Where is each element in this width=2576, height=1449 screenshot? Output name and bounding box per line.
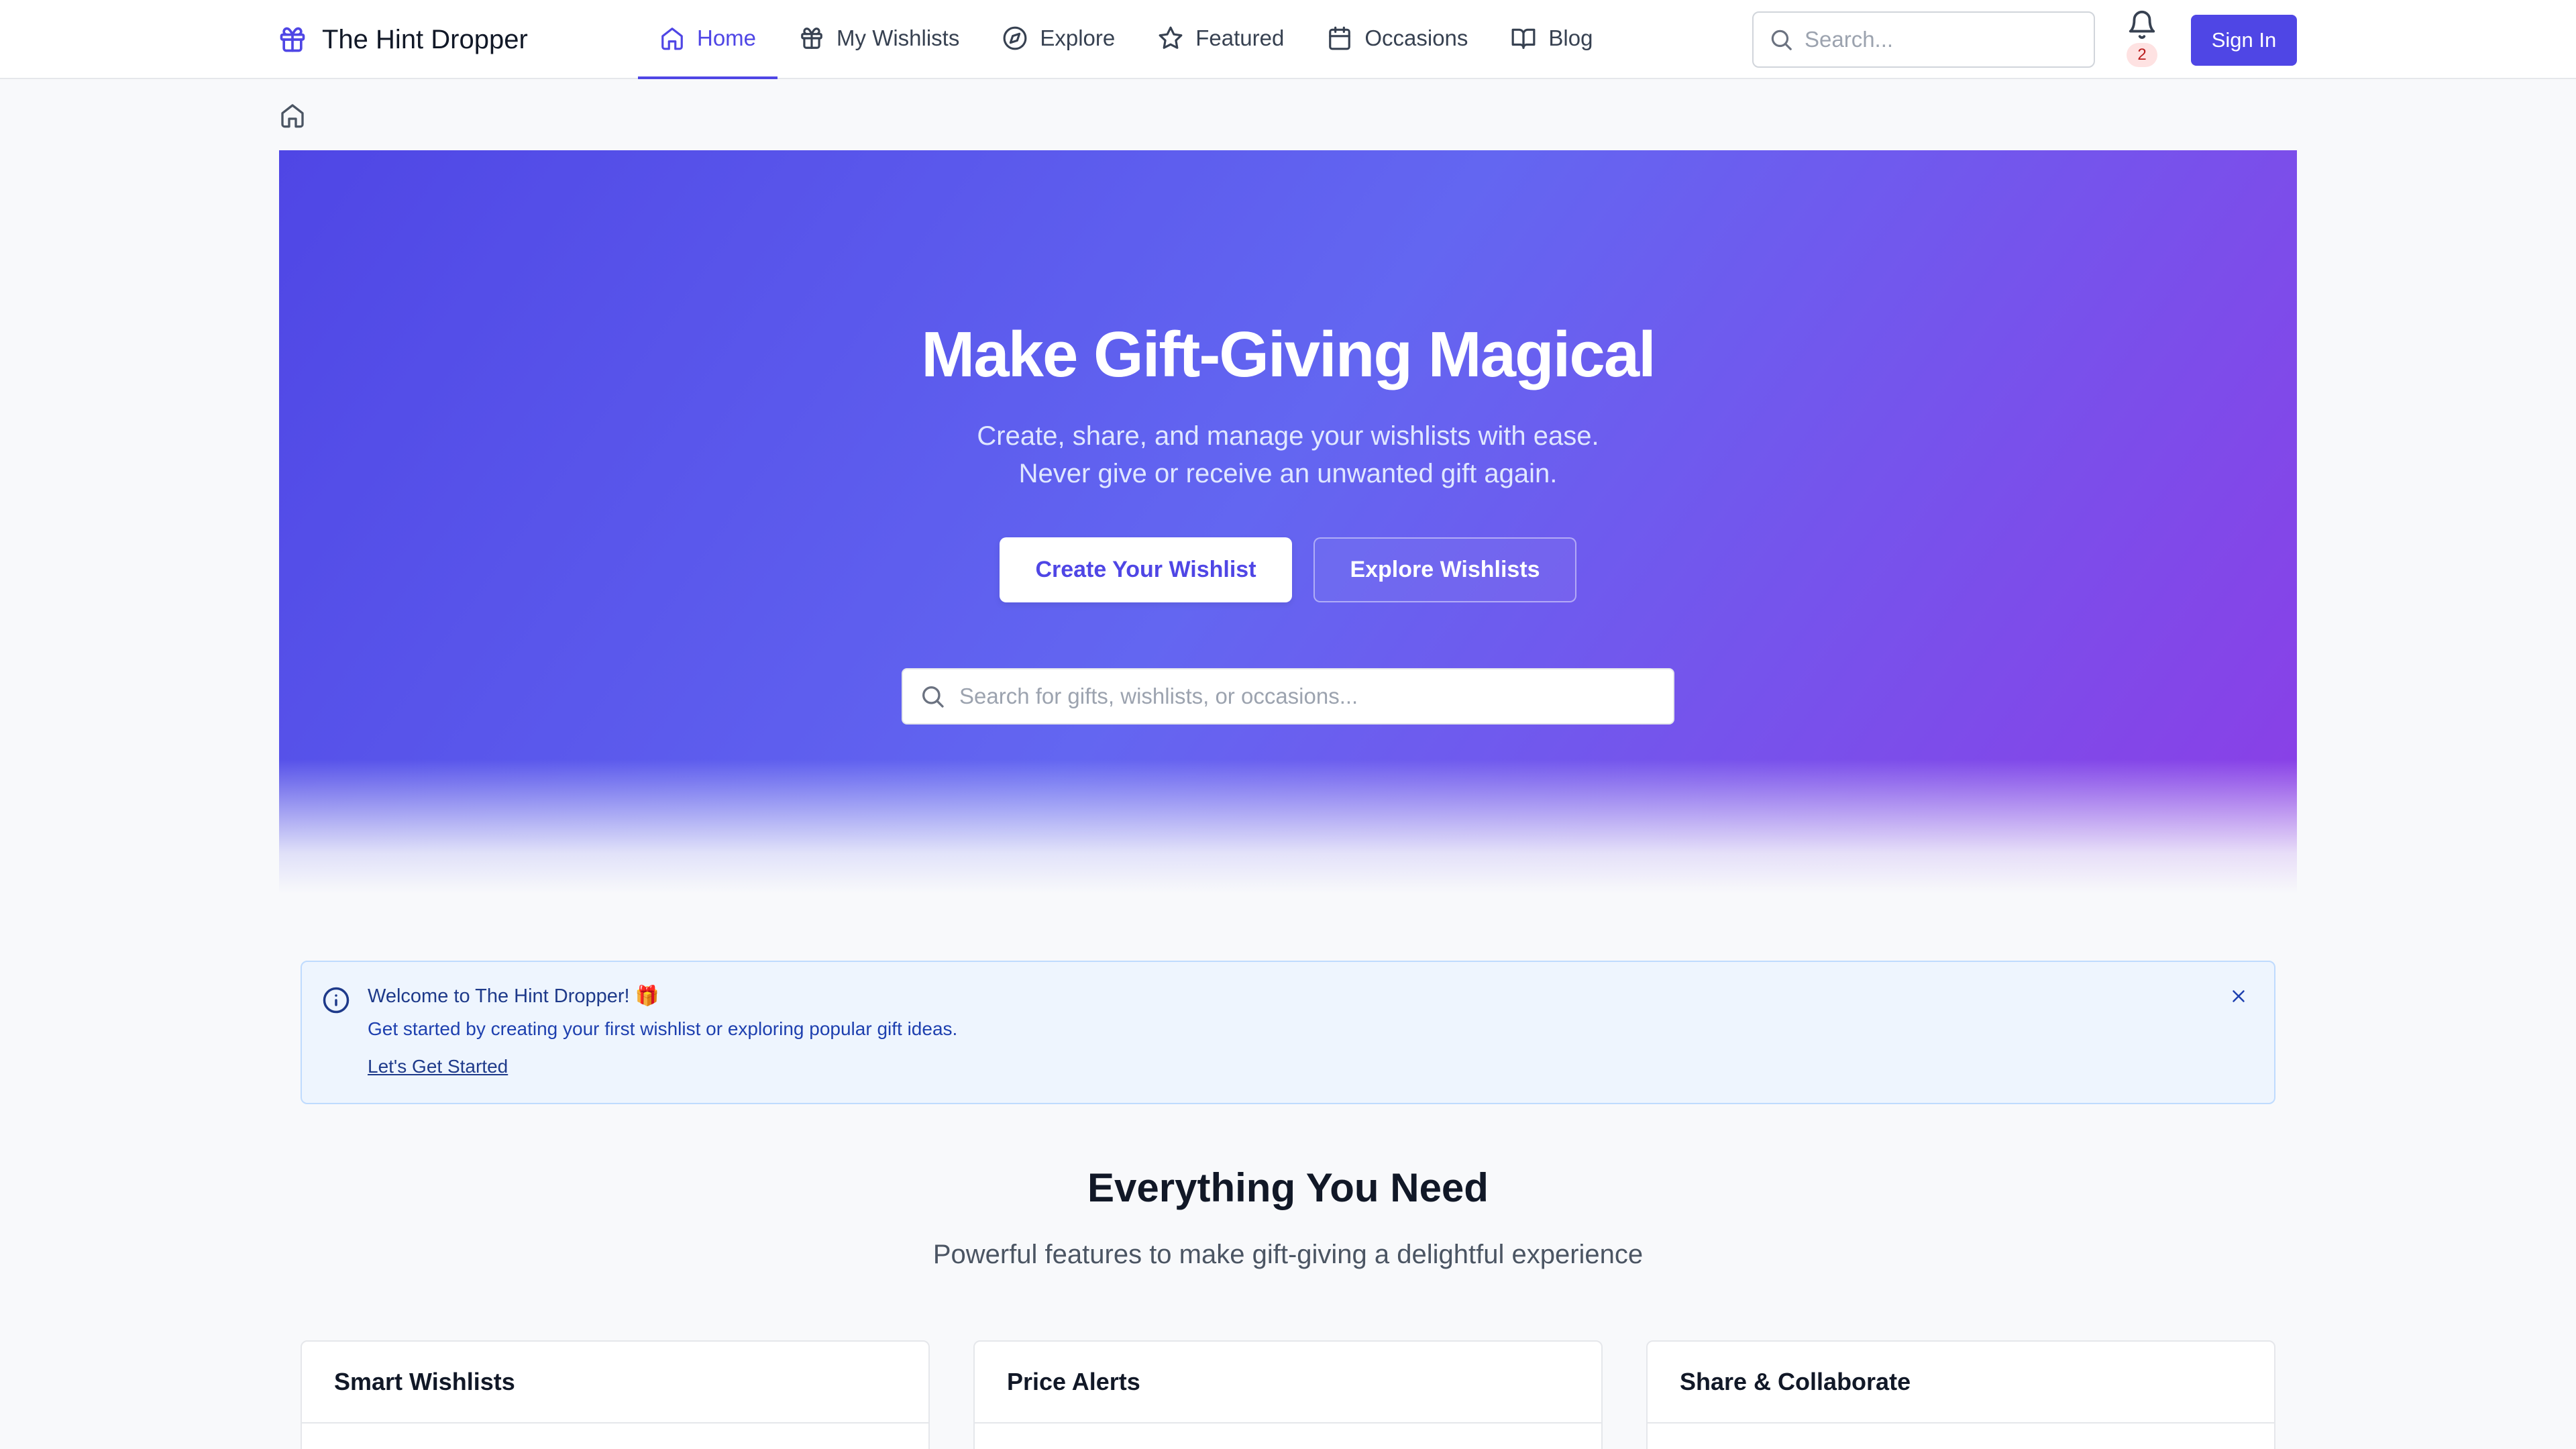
calendar-icon [1327, 25, 1352, 51]
nav-item-label: Explore [1040, 25, 1116, 50]
features-title: Everything You Need [1087, 1165, 1489, 1210]
nav-item-label: Home [697, 25, 757, 50]
breadcrumb-home-icon[interactable] [279, 102, 306, 129]
nav-item-occasions[interactable]: Occasions [1305, 0, 1489, 79]
hero-subtitle: Create, share, and manage your wishlists… [977, 421, 1599, 488]
sign-in-button[interactable]: Sign In [2191, 15, 2297, 66]
search-icon [919, 683, 946, 710]
nav-item-blog[interactable]: Blog [1489, 0, 1614, 79]
explore-wishlists-button[interactable]: Explore Wishlists [1313, 537, 1576, 602]
nav-item-label: Occasions [1364, 25, 1468, 50]
create-wishlist-button[interactable]: Create Your Wishlist [1000, 537, 1292, 602]
top-navbar: The Hint Dropper Home My Wishlists Explo… [0, 0, 2576, 79]
hero-search[interactable] [902, 668, 1674, 724]
close-icon[interactable] [2229, 986, 2249, 1006]
brand-logo[interactable]: The Hint Dropper [278, 0, 528, 79]
nav-item-label: Featured [1195, 25, 1285, 50]
welcome-alert: Welcome to The Hint Dropper! 🎁 Get start… [301, 961, 2275, 1104]
feature-card-title: Smart Wishlists [302, 1342, 928, 1424]
features-subtitle: Powerful features to make gift-giving a … [932, 1240, 1644, 1269]
feature-card-share-collaborate[interactable]: Share & Collaborate [1646, 1340, 2275, 1449]
main-nav: Home My Wishlists Explore Featured Occas… [638, 0, 1614, 79]
nav-item-home[interactable]: Home [638, 0, 778, 79]
feature-card-title: Share & Collaborate [1648, 1342, 2274, 1424]
brand-name: The Hint Dropper [322, 24, 528, 54]
feature-card-title: Price Alerts [975, 1342, 1601, 1424]
info-icon [322, 986, 350, 1014]
gift-icon [278, 25, 307, 54]
gift-icon [799, 25, 824, 51]
feature-card-price-alerts[interactable]: Price Alerts [973, 1340, 1603, 1449]
alert-body: Get started by creating your first wishl… [368, 1018, 958, 1039]
nav-item-featured[interactable]: Featured [1136, 0, 1305, 79]
star-icon [1158, 25, 1183, 51]
bell-icon [2127, 9, 2157, 40]
header-search-input[interactable] [1805, 27, 2079, 52]
hero-section: Make Gift-Giving Magical Create, share, … [279, 150, 2297, 894]
get-started-link[interactable]: Let's Get Started [368, 1056, 508, 1077]
feature-card-smart-wishlists[interactable]: Smart Wishlists [301, 1340, 930, 1449]
breadcrumb [279, 102, 306, 129]
book-icon [1511, 25, 1536, 51]
nav-item-my-wishlists[interactable]: My Wishlists [777, 0, 981, 79]
hero-search-input[interactable] [959, 684, 1657, 709]
hero-fade [279, 759, 2297, 894]
header-search[interactable] [1752, 11, 2095, 68]
alert-title: Welcome to The Hint Dropper! 🎁 [368, 985, 659, 1007]
nav-item-label: Blog [1548, 25, 1593, 50]
home-icon [659, 25, 685, 51]
nav-item-explore[interactable]: Explore [981, 0, 1136, 79]
notification-count-badge: 2 [2127, 43, 2157, 67]
nav-item-label: My Wishlists [837, 25, 960, 50]
hero-title: Make Gift-Giving Magical [921, 319, 1656, 390]
search-icon [1768, 27, 1794, 52]
compass-icon [1002, 25, 1028, 51]
